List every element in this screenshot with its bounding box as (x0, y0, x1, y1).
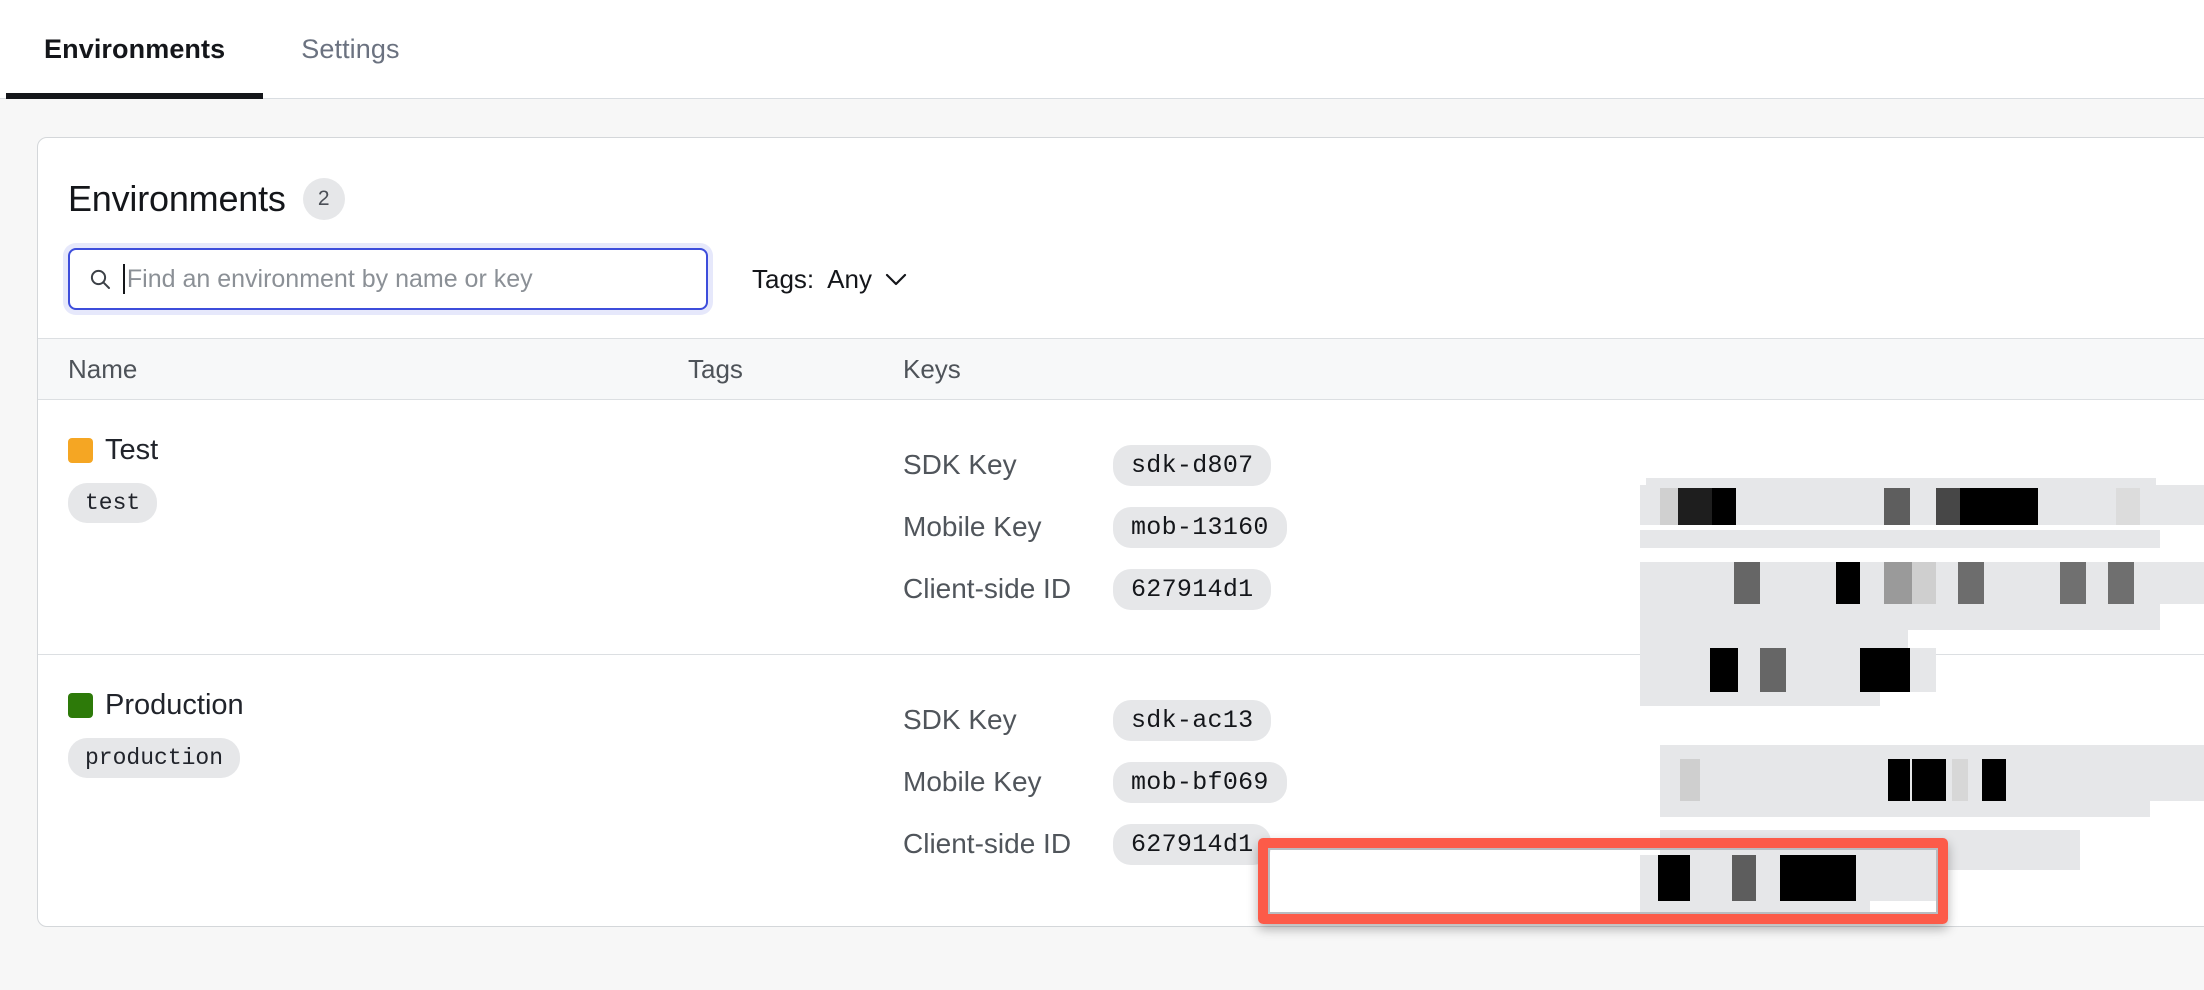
tab-environments[interactable]: Environments (6, 0, 264, 99)
environment-keys-cell: SDK Key sdk-d807 Mobile Key mob-13160 Cl… (903, 434, 2204, 620)
key-value-client-side-id[interactable]: 627914d1 (1113, 823, 1272, 865)
key-row-mobile: Mobile Key mob-bf069 (903, 751, 2204, 813)
page-title: Environments (68, 178, 286, 219)
key-row-client-side-id: Client-side ID 627914d1 (903, 558, 2204, 620)
tags-filter-value: Any (827, 263, 872, 294)
key-value-mobile[interactable]: mob-bf069 (1113, 761, 1287, 803)
tab-environments-label: Environments (44, 34, 226, 64)
tags-filter-label: Tags: (752, 263, 815, 294)
key-label-mobile: Mobile Key (903, 766, 1042, 797)
key-value-mobile[interactable]: mob-13160 (1113, 506, 1287, 548)
key-label-client-side-id: Client-side ID (903, 573, 1072, 604)
table-row[interactable]: Production production SDK Key sdk-ac13 M… (38, 655, 2204, 909)
environment-name-cell: Test test (68, 434, 688, 524)
key-row-sdk: SDK Key sdk-d807 (903, 434, 2204, 496)
environment-name: Production (68, 689, 688, 722)
filter-row: Tags: Any (38, 220, 2204, 310)
environment-name-label: Production (105, 689, 244, 721)
key-label-sdk: SDK Key (903, 704, 1017, 735)
environment-name: Test (68, 434, 688, 467)
card-title-row: Environments 2 (68, 178, 2204, 220)
column-header-tags: Tags (688, 353, 743, 384)
key-row-sdk: SDK Key sdk-ac13 (903, 689, 2204, 751)
tab-settings[interactable]: Settings (263, 0, 437, 99)
environment-key-chip[interactable]: production (68, 738, 241, 779)
key-row-mobile: Mobile Key mob-13160 (903, 496, 2204, 558)
search-field[interactable] (68, 248, 708, 310)
page-body: Environments 2 Tags: Any (0, 99, 2204, 990)
environment-name-cell: Production production (68, 689, 688, 779)
key-label-mobile: Mobile Key (903, 511, 1042, 542)
text-cursor (123, 264, 125, 294)
key-label-client-side-id: Client-side ID (903, 828, 1072, 859)
environments-table: Name Tags Keys Test test SDK Key sdk-d80… (38, 338, 2204, 909)
column-header-name: Name (68, 353, 138, 384)
top-tab-bar: Environments Settings (0, 0, 2204, 99)
environment-key-chip[interactable]: test (68, 483, 158, 524)
environment-name-label: Test (105, 434, 159, 466)
environment-color-swatch (68, 438, 93, 463)
tab-settings-label: Settings (301, 34, 400, 64)
environment-keys-cell: SDK Key sdk-ac13 Mobile Key mob-bf069 Cl… (903, 689, 2204, 875)
environments-card: Environments 2 Tags: Any (37, 137, 2204, 927)
chevron-down-icon (885, 273, 907, 285)
search-input[interactable] (126, 250, 692, 308)
key-value-sdk[interactable]: sdk-ac13 (1113, 699, 1272, 741)
key-label-sdk: SDK Key (903, 449, 1017, 480)
column-header-keys: Keys (903, 353, 961, 384)
tags-filter-dropdown[interactable]: Tags: Any (752, 264, 907, 295)
card-header: Environments 2 (38, 138, 2204, 220)
key-value-client-side-id[interactable]: 627914d1 (1113, 568, 1272, 610)
key-value-sdk[interactable]: sdk-d807 (1113, 444, 1272, 486)
table-header-row: Name Tags Keys (38, 338, 2204, 400)
search-icon (90, 269, 110, 289)
environments-count-badge: 2 (302, 178, 345, 220)
table-row[interactable]: Test test SDK Key sdk-d807 Mobile Key mo… (38, 400, 2204, 655)
key-row-client-side-id: Client-side ID 627914d1 (903, 813, 2204, 875)
environment-color-swatch (68, 693, 93, 718)
